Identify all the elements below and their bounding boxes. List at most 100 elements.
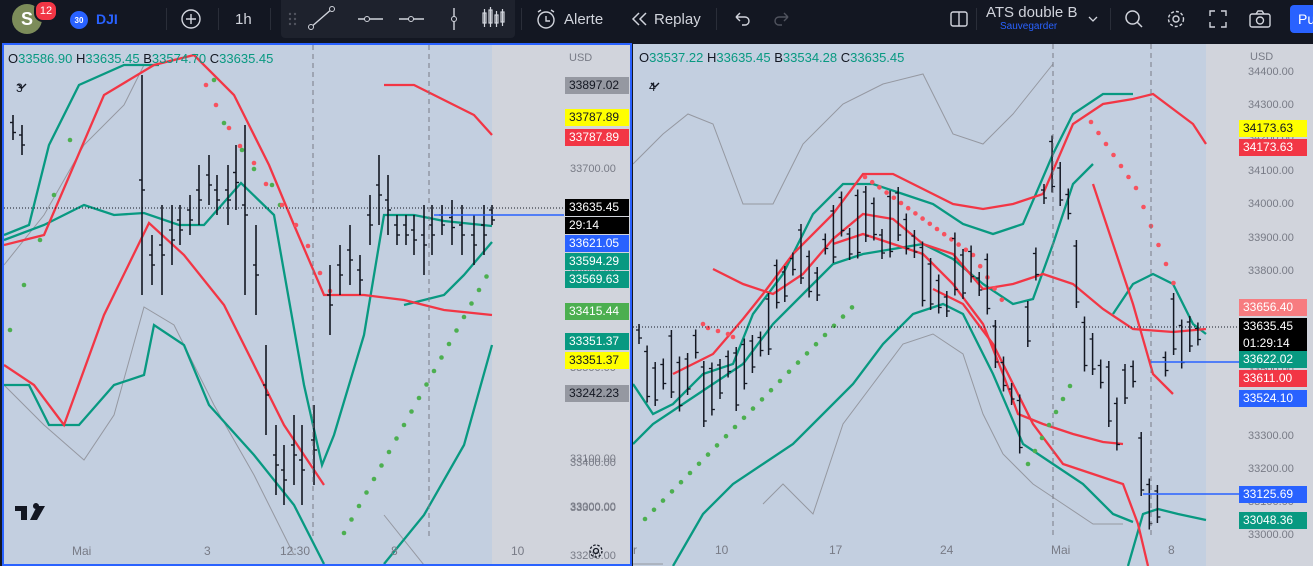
interval-button[interactable]: 1h <box>235 0 252 38</box>
chevron-down-icon <box>17 83 27 89</box>
redo-button[interactable] <box>772 0 794 38</box>
sar-dot <box>401 422 407 428</box>
alarm-clock-icon <box>537 9 555 29</box>
sar-dot <box>669 489 675 494</box>
compare-add-button[interactable] <box>180 0 202 38</box>
layout-name: ATS double B <box>986 4 1078 21</box>
replay-button[interactable]: Replay <box>628 0 701 38</box>
sar-dot <box>1126 174 1131 180</box>
sar-dot <box>1118 163 1124 169</box>
price-axis-tick: 34400.00 <box>1248 66 1294 78</box>
price-tag: 33415.44 <box>565 303 629 320</box>
right-ohlc-legend: O33537.22 H33635.45 B33534.28 C33635.45 <box>639 50 904 65</box>
sar-dot <box>416 395 422 401</box>
sar-dot <box>7 327 13 333</box>
snapshot-button[interactable] <box>1248 0 1272 38</box>
sar-dot <box>239 147 245 153</box>
sar-dot <box>461 314 467 320</box>
sar-dot <box>1156 242 1161 248</box>
price-axis-tick: 34000.00 <box>1248 198 1294 211</box>
divider <box>218 8 219 30</box>
price-tag: 33635.45 <box>1239 318 1307 335</box>
left-chart-canvas[interactable] <box>4 45 630 564</box>
sar-dot <box>1039 435 1045 441</box>
sar-dot <box>279 202 285 208</box>
price-tag: 33611.00 <box>1239 370 1307 387</box>
sar-dot <box>37 237 43 243</box>
publish-button[interactable]: Pu <box>1290 5 1313 33</box>
sar-dot <box>484 274 489 279</box>
notification-count: 12 <box>39 5 53 17</box>
sar-dot <box>759 397 765 402</box>
time-axis-label: 8 <box>391 544 398 558</box>
sar-dot <box>696 461 702 467</box>
currency-label[interactable]: USD <box>1250 51 1273 63</box>
sar-dot <box>700 321 706 327</box>
layout-select-button[interactable] <box>948 0 970 38</box>
sar-dot <box>409 409 414 414</box>
ohlc-low-value: 33574.70 <box>151 51 207 66</box>
divider <box>716 8 717 30</box>
sar-dot <box>1163 261 1169 267</box>
sar-dot <box>804 351 810 356</box>
sar-dot <box>934 226 940 232</box>
price-axis-tick: 33000.00 <box>1248 529 1294 542</box>
sar-dot <box>1133 185 1139 191</box>
sar-dot <box>293 222 299 228</box>
rewind-icon <box>631 12 647 26</box>
time-axis-label: 3 <box>204 544 211 558</box>
sar-dot <box>386 449 392 455</box>
undo-button[interactable] <box>730 0 752 38</box>
symbol-search-button[interactable]: DJI <box>96 0 118 38</box>
price-axis-tick: 33900.00 <box>1248 231 1294 244</box>
sar-dot <box>730 334 736 340</box>
sar-dot <box>1053 409 1059 415</box>
price-tag: 33622.02 <box>1239 351 1307 368</box>
ohlc-o-label: O <box>639 50 650 65</box>
time-axis-label: r <box>633 543 637 557</box>
price-tag: 33569.63 <box>565 271 629 288</box>
sar-dot <box>1067 383 1073 389</box>
sar-dot <box>67 137 73 143</box>
gear-icon[interactable] <box>587 542 605 560</box>
search-icon <box>1125 10 1143 28</box>
sar-dot <box>898 200 904 206</box>
settings-button[interactable] <box>1165 0 1187 38</box>
sar-dot <box>213 102 219 108</box>
sar-dot <box>476 287 482 293</box>
sar-dot <box>941 231 947 237</box>
notification-badge: 12 <box>34 0 58 22</box>
sar-dot <box>221 120 227 126</box>
sar-dot <box>678 479 684 485</box>
sar-dot <box>869 179 875 185</box>
sar-dot <box>660 498 666 503</box>
tradingview-logo-icon[interactable] <box>13 500 49 524</box>
price-axis-tick: 33000.00 <box>570 501 616 513</box>
currency-label[interactable]: USD <box>569 52 592 64</box>
search-button[interactable] <box>1123 0 1145 38</box>
sar-dot <box>431 368 437 374</box>
price-tag: 01:29:14 <box>1239 335 1307 352</box>
ohlc-close-value: 33635.45 <box>219 51 274 66</box>
alert-button[interactable]: Alerte <box>534 0 603 38</box>
sar-dot <box>211 77 217 83</box>
right-indicators-toggle[interactable]: 4 <box>649 80 660 94</box>
drawing-toolbar <box>281 0 515 38</box>
right-chart-pane[interactable]: O33537.22 H33635.45 B33534.28 C33635.45 … <box>633 44 1313 566</box>
layout-name-button[interactable]: ATS double B Sauvegarder <box>986 4 1101 34</box>
drawing-tools-icons <box>288 6 505 30</box>
sar-dot <box>305 243 311 249</box>
sar-dot <box>732 424 738 430</box>
left-chart-pane[interactable]: O33586.90 H33635.45 B33574.70 C33635.45 … <box>2 43 632 566</box>
sar-dot <box>454 328 459 333</box>
price-tag: 33048.36 <box>1239 512 1307 529</box>
left-ohlc-legend: O33586.90 H33635.45 B33574.70 C33635.45 <box>8 51 273 66</box>
ohlc-close-value: 33635.45 <box>850 50 905 65</box>
price-tag: 33524.10 <box>1239 390 1307 407</box>
right-chart-canvas[interactable] <box>633 44 1313 566</box>
sar-dot <box>714 443 720 448</box>
sar-dot <box>795 360 801 365</box>
left-indicators-toggle[interactable]: 3 <box>16 81 27 95</box>
fullscreen-button[interactable] <box>1207 0 1229 38</box>
sar-dot <box>1103 141 1109 147</box>
